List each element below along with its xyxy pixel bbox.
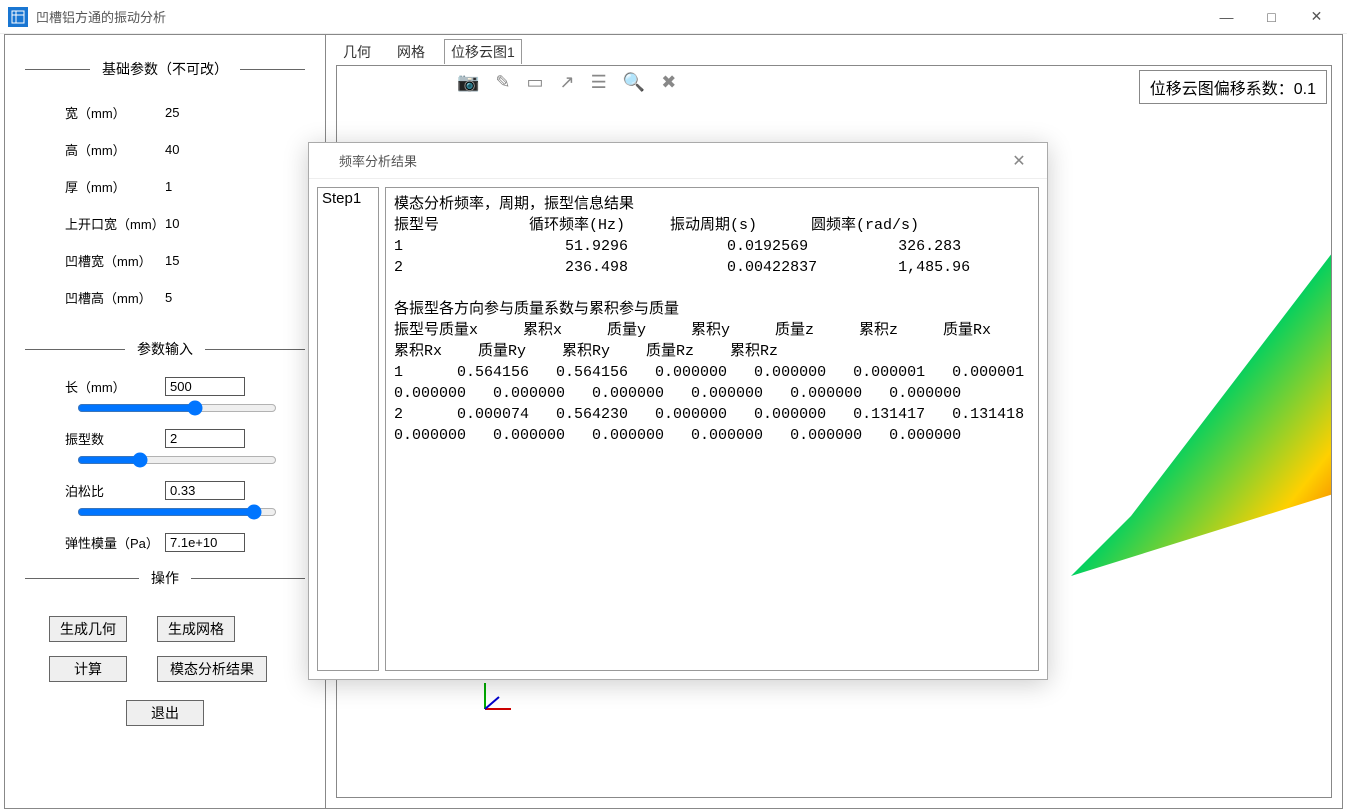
tool-icon[interactable]: ▭ xyxy=(527,72,544,93)
ops-legend: 操作 xyxy=(139,568,191,588)
length-label: 长（mm） xyxy=(65,377,165,396)
length-slider[interactable] xyxy=(77,400,277,416)
exit-button[interactable]: 退出 xyxy=(126,700,204,726)
tab-mesh[interactable]: 网格 xyxy=(390,39,432,64)
param-sloth-value: 5 xyxy=(165,290,172,305)
steps-list[interactable]: Step1 xyxy=(317,187,379,671)
poisson-input[interactable] xyxy=(165,481,245,500)
gen-geom-button[interactable]: 生成几何 xyxy=(49,616,127,642)
tool-icon[interactable]: ✎ xyxy=(495,72,510,93)
param-open-label: 上开口宽（mm） xyxy=(65,214,165,233)
param-height-value: 40 xyxy=(165,142,179,157)
results-text[interactable]: 模态分析频率，周期，振型信息结果 振型号 循环频率(Hz) 振动周期(s) 圆频… xyxy=(385,187,1039,671)
offset-value: 0.1 xyxy=(1294,81,1316,98)
inputs-legend: 参数输入 xyxy=(125,339,205,359)
ops-section: 操作 生成几何 生成网格 计算 模态分析结果 退出 xyxy=(25,568,305,744)
poisson-label: 泊松比 xyxy=(65,481,165,500)
tab-displacement[interactable]: 位移云图1 xyxy=(444,39,522,64)
offset-label: 位移云图偏移系数： xyxy=(1150,81,1294,98)
modal-results-button[interactable]: 模态分析结果 xyxy=(157,656,267,682)
tool-icon[interactable]: ☰ xyxy=(591,72,607,93)
poisson-slider[interactable] xyxy=(77,504,277,520)
gen-mesh-button[interactable]: 生成网格 xyxy=(157,616,235,642)
param-width-value: 25 xyxy=(165,105,179,120)
freq-results-dialog: 频率分析结果 ✕ Step1 模态分析频率，周期，振型信息结果 振型号 循环频率… xyxy=(308,142,1048,680)
dialog-close-button[interactable]: ✕ xyxy=(999,151,1039,171)
compute-button[interactable]: 计算 xyxy=(49,656,127,682)
modes-label: 振型数 xyxy=(65,429,165,448)
param-thick-label: 厚（mm） xyxy=(65,177,165,196)
param-slotw-value: 15 xyxy=(165,253,179,268)
tool-icon[interactable]: 🔍 xyxy=(623,72,645,93)
minimize-button[interactable]: — xyxy=(1204,2,1249,32)
param-height-label: 高（mm） xyxy=(65,140,165,159)
tool-icon[interactable]: ↗ xyxy=(560,72,575,93)
param-open-value: 10 xyxy=(165,216,179,231)
basic-params-section: 基础参数（不可改） 宽（mm）25 高（mm）40 厚（mm）1 上开口宽（mm… xyxy=(25,59,305,325)
param-thick-value: 1 xyxy=(165,179,172,194)
titlebar: 凹槽铝方通的振动分析 — □ ✕ xyxy=(0,0,1347,34)
tab-geometry[interactable]: 几何 xyxy=(336,39,378,64)
window-title: 凹槽铝方通的振动分析 xyxy=(36,7,1204,26)
dialog-icon xyxy=(317,152,331,169)
young-input[interactable] xyxy=(165,533,245,552)
viewport-toolbar: 📷 ✎ ▭ ↗ ☰ 🔍 ✖ xyxy=(457,72,676,93)
tool-icon[interactable]: ✖ xyxy=(661,72,676,93)
basic-params-legend: 基础参数（不可改） xyxy=(90,59,240,79)
camera-icon[interactable]: 📷 xyxy=(457,72,479,93)
maximize-button[interactable]: □ xyxy=(1249,2,1294,32)
modes-slider[interactable] xyxy=(77,452,277,468)
app-icon xyxy=(8,7,28,27)
tabs: 几何 网格 位移云图1 xyxy=(326,35,1342,64)
displacement-contour xyxy=(1071,176,1332,576)
modes-input[interactable] xyxy=(165,429,245,448)
param-width-label: 宽（mm） xyxy=(65,103,165,122)
inputs-section: 参数输入 长（mm） 振型数 泊松比 弹性模量（Pa） xyxy=(25,339,305,554)
dialog-title: 频率分析结果 xyxy=(339,151,999,170)
length-input[interactable] xyxy=(165,377,245,396)
param-slotw-label: 凹槽宽（mm） xyxy=(65,251,165,270)
close-button[interactable]: ✕ xyxy=(1294,2,1339,32)
step-item[interactable]: Step1 xyxy=(322,190,374,207)
young-label: 弹性模量（Pa） xyxy=(65,533,165,552)
param-sloth-label: 凹槽高（mm） xyxy=(65,288,165,307)
axes-gizmo xyxy=(477,677,517,717)
sidebar: 基础参数（不可改） 宽（mm）25 高（mm）40 厚（mm）1 上开口宽（mm… xyxy=(5,35,325,808)
offset-badge: 位移云图偏移系数：0.1 xyxy=(1139,70,1327,104)
